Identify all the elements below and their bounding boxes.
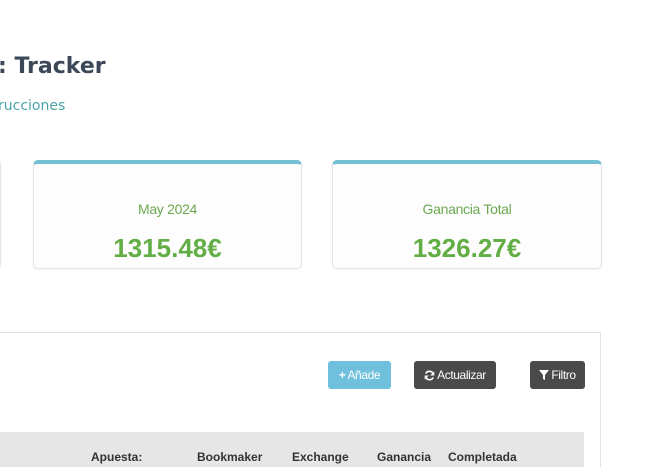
stat-total-value: 1326.27€ bbox=[412, 233, 522, 263]
funnel-icon bbox=[539, 370, 550, 380]
add-button[interactable]: + Añade bbox=[328, 361, 391, 389]
column-header-completada[interactable]: Completada bbox=[448, 450, 517, 464]
stat-month-label: May 2024 bbox=[137, 201, 198, 217]
stat-month-value: 1315.48€ bbox=[113, 233, 222, 263]
add-button-label: Añade bbox=[347, 368, 381, 382]
filter-button[interactable]: Filtro bbox=[530, 361, 585, 389]
column-header-bookmaker[interactable]: Bookmaker bbox=[197, 450, 262, 464]
refresh-icon bbox=[424, 370, 435, 380]
column-header-exchange[interactable]: Exchange bbox=[292, 450, 349, 464]
refresh-button-label: Actualizar bbox=[437, 368, 486, 382]
refresh-button[interactable]: Actualizar bbox=[414, 361, 496, 389]
stat-card-partial bbox=[0, 160, 1, 269]
column-header-ganancia[interactable]: Ganancia bbox=[377, 450, 431, 464]
page: : Tracker rucciones May 2024 1315.48€ Ga… bbox=[0, 0, 646, 467]
plus-icon: + bbox=[338, 368, 346, 382]
stat-total-label: Ganancia Total bbox=[422, 201, 512, 217]
stat-card-month: May 2024 1315.48€ bbox=[33, 160, 302, 269]
column-header-apuesta[interactable]: Apuesta: bbox=[91, 450, 142, 464]
instructions-link[interactable]: rucciones bbox=[0, 98, 65, 114]
stat-card-total: Ganancia Total 1326.27€ bbox=[332, 160, 602, 269]
filter-button-label: Filtro bbox=[551, 368, 576, 382]
page-title: : Tracker bbox=[0, 54, 106, 79]
